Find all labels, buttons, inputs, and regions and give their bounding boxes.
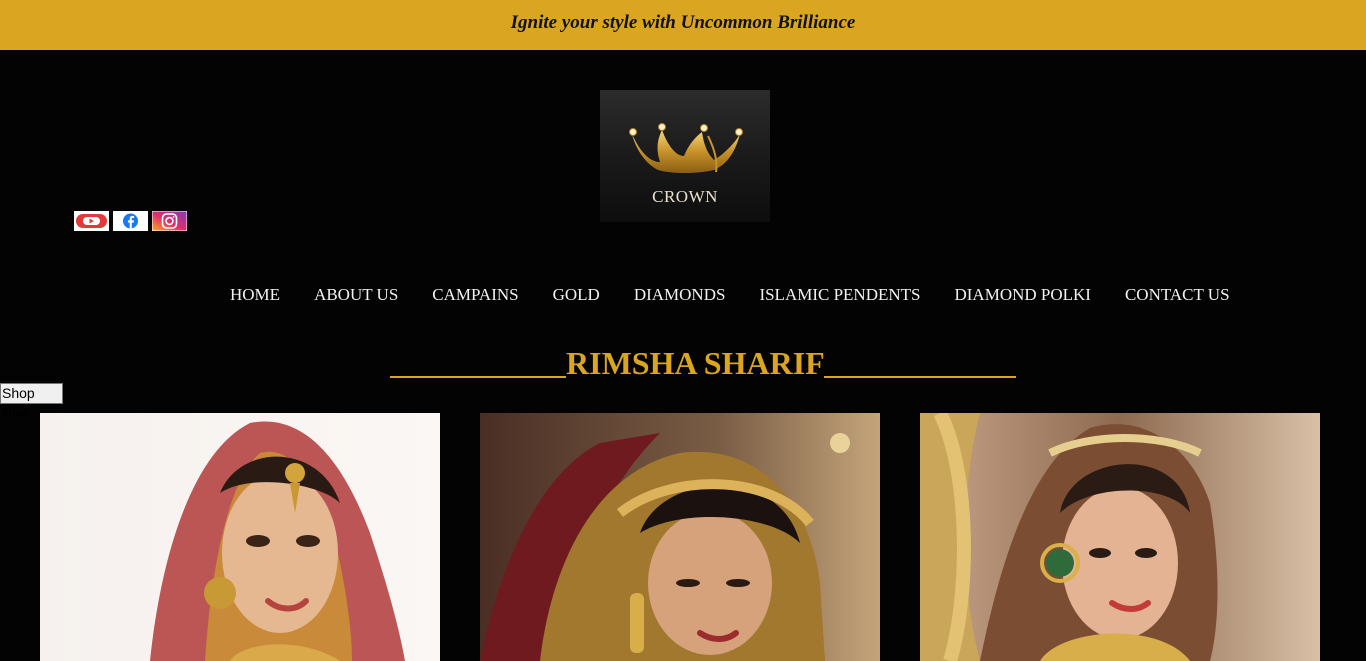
instagram-icon	[152, 211, 187, 231]
nav-islamic-pendents[interactable]: ISLAMIC PENDENTS	[759, 285, 920, 305]
bridal-photo-1	[40, 413, 440, 661]
youtube-icon	[76, 214, 107, 228]
product-image-1[interactable]	[40, 413, 440, 661]
title-underline-left	[390, 376, 566, 378]
title-underline-right	[824, 376, 1016, 378]
section-heading: RIMSHA SHARIF	[566, 345, 825, 381]
bridal-photo-2	[480, 413, 880, 661]
nav-contact-us[interactable]: CONTACT US	[1125, 285, 1230, 305]
nav-campains[interactable]: CAMPAINS	[432, 285, 518, 305]
promo-text: Ignite your style with Uncommon Brillian…	[510, 11, 856, 33]
bridal-photo-3	[920, 413, 1320, 661]
nav-gold[interactable]: GOLD	[553, 285, 600, 305]
crown-logo[interactable]: CROWN	[600, 90, 770, 222]
youtube-link[interactable]	[74, 211, 109, 231]
shop-now-button[interactable]: Shop Now	[0, 383, 63, 420]
instagram-link[interactable]	[152, 211, 187, 231]
promo-banner: Ignite your style with Uncommon Brillian…	[0, 0, 1366, 50]
nav-home[interactable]: HOME	[230, 285, 280, 305]
product-image-2[interactable]	[480, 413, 880, 661]
logo-wordmark: CROWN	[652, 187, 718, 206]
product-image-3[interactable]	[920, 413, 1320, 661]
section-title: RIMSHA SHARIF	[390, 345, 1020, 385]
facebook-link[interactable]	[113, 211, 148, 231]
facebook-icon	[123, 213, 138, 229]
nav-diamond-polki[interactable]: DIAMOND POLKI	[954, 285, 1090, 305]
nav-diamonds[interactable]: DIAMONDS	[634, 285, 726, 305]
nav-about-us[interactable]: ABOUT US	[314, 285, 398, 305]
main-nav: HOME ABOUT US CAMPAINS GOLD DIAMONDS ISL…	[230, 285, 1230, 305]
social-links	[74, 211, 187, 231]
